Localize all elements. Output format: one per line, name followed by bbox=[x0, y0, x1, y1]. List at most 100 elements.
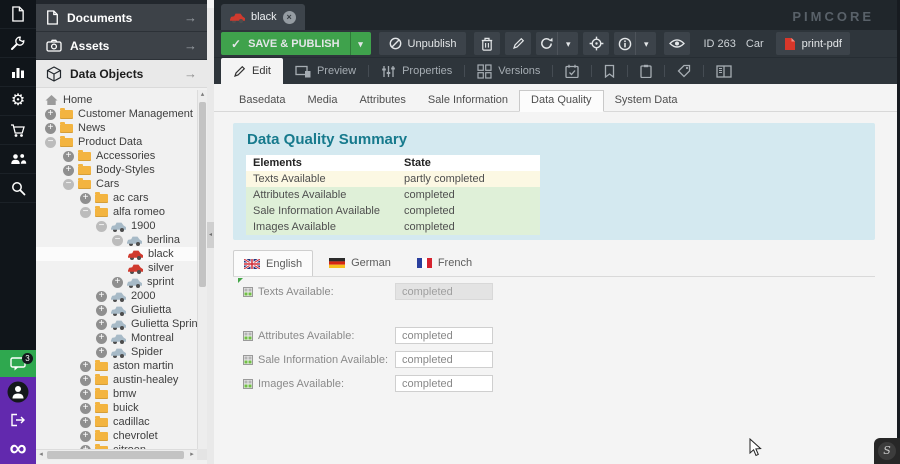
accordion-documents[interactable]: Documents bbox=[36, 4, 207, 32]
tab-data-quality[interactable]: Data Quality bbox=[519, 90, 604, 112]
expand-icon[interactable] bbox=[45, 123, 56, 134]
expand-icon[interactable] bbox=[45, 109, 56, 120]
expand-icon[interactable] bbox=[63, 165, 74, 176]
language-tab-english[interactable]: English bbox=[233, 250, 313, 276]
tree-item[interactable]: silver bbox=[36, 261, 197, 275]
expand-icon[interactable] bbox=[112, 277, 123, 288]
tree-item[interactable]: News bbox=[36, 121, 197, 135]
attributes-available-input[interactable] bbox=[395, 327, 493, 344]
tab-reports[interactable] bbox=[628, 58, 664, 84]
tab-media[interactable]: Media bbox=[296, 90, 348, 111]
scrollbar-thumb[interactable] bbox=[47, 451, 184, 459]
logout-button[interactable] bbox=[0, 406, 36, 433]
tree-item[interactable]: Gulietta Sprint Specia bbox=[36, 317, 197, 331]
tools-nav-button[interactable] bbox=[0, 29, 36, 58]
tree-item[interactable]: Montreal bbox=[36, 331, 197, 345]
scrollbar-thumb[interactable] bbox=[199, 102, 206, 287]
expand-icon[interactable] bbox=[80, 375, 91, 386]
accordion-data-objects[interactable]: Data Objects bbox=[36, 60, 207, 88]
rename-button[interactable] bbox=[505, 32, 531, 55]
tree-item[interactable]: ac cars bbox=[36, 191, 197, 205]
save-publish-button[interactable]: SAVE & PUBLISH bbox=[221, 32, 371, 55]
tree-item[interactable]: berlina bbox=[36, 233, 197, 247]
expand-icon[interactable] bbox=[96, 347, 107, 358]
expand-icon[interactable] bbox=[96, 291, 107, 302]
tab-edit[interactable]: Edit bbox=[221, 58, 283, 84]
language-tab-german[interactable]: German bbox=[319, 250, 401, 276]
panel-splitter[interactable] bbox=[207, 8, 214, 464]
open-preview-button[interactable] bbox=[664, 32, 690, 55]
language-tab-french[interactable]: French bbox=[407, 250, 482, 276]
tree-item[interactable]: Giulietta bbox=[36, 303, 197, 317]
expand-icon[interactable] bbox=[80, 417, 91, 428]
close-tab-icon[interactable] bbox=[283, 11, 296, 24]
tab-tags[interactable] bbox=[665, 58, 703, 84]
ecommerce-nav-button[interactable] bbox=[0, 116, 36, 145]
tree-item[interactable]: aston martin bbox=[36, 359, 197, 373]
tree-item[interactable]: sprint bbox=[36, 275, 197, 289]
save-options-dropdown[interactable] bbox=[350, 32, 371, 55]
collapse-icon[interactable] bbox=[63, 179, 74, 190]
info-button[interactable] bbox=[614, 32, 635, 55]
reload-button[interactable] bbox=[536, 32, 557, 55]
collapse-icon[interactable] bbox=[45, 137, 56, 148]
tree-item[interactable]: austin-healey bbox=[36, 373, 197, 387]
tab-system-data[interactable]: System Data bbox=[604, 90, 689, 111]
expand-icon[interactable] bbox=[63, 151, 74, 162]
tab-app-logger[interactable] bbox=[704, 58, 744, 84]
expand-icon[interactable] bbox=[96, 305, 107, 316]
locate-in-tree-button[interactable] bbox=[583, 32, 609, 55]
tree-item[interactable]: 2000 bbox=[36, 289, 197, 303]
notifications-button[interactable]: 3 bbox=[0, 350, 36, 377]
user-profile-button[interactable] bbox=[0, 377, 36, 406]
tree-item[interactable]: Cars bbox=[36, 177, 197, 191]
reload-options-dropdown[interactable] bbox=[557, 32, 579, 55]
expand-icon[interactable] bbox=[80, 389, 91, 400]
documents-nav-button[interactable] bbox=[0, 0, 36, 29]
images-available-input[interactable] bbox=[395, 375, 493, 392]
pimcore-logo-icon[interactable] bbox=[0, 433, 36, 464]
tree-item[interactable]: Product Data bbox=[36, 135, 197, 149]
tab-sale-information[interactable]: Sale Information bbox=[417, 90, 519, 111]
tree-item-selected[interactable]: black bbox=[36, 247, 197, 261]
texts-available-input[interactable] bbox=[395, 283, 493, 300]
tree-item[interactable]: Customer Management bbox=[36, 107, 197, 121]
unpublish-button[interactable]: Unpublish bbox=[379, 32, 467, 55]
expand-icon[interactable] bbox=[96, 319, 107, 330]
tab-attributes[interactable]: Attributes bbox=[348, 90, 416, 111]
tree-item[interactable]: 1900 bbox=[36, 219, 197, 233]
reports-nav-button[interactable] bbox=[0, 58, 36, 87]
sale-information-available-input[interactable] bbox=[395, 351, 493, 368]
element-tab-black[interactable]: black bbox=[221, 4, 305, 30]
tree-item[interactable]: Body-Styles bbox=[36, 163, 197, 177]
tab-properties[interactable]: Properties bbox=[369, 58, 464, 84]
tab-notes[interactable] bbox=[592, 58, 627, 84]
tab-schedule[interactable] bbox=[553, 58, 591, 84]
tree-item[interactable]: chevrolet bbox=[36, 429, 197, 443]
tree-item[interactable]: buick bbox=[36, 401, 197, 415]
collapse-icon[interactable] bbox=[112, 235, 123, 246]
accordion-assets[interactable]: Assets bbox=[36, 32, 207, 60]
tree-item[interactable]: cadillac bbox=[36, 415, 197, 429]
scroll-up-icon[interactable] bbox=[198, 90, 207, 100]
collapse-icon[interactable] bbox=[96, 221, 107, 232]
delete-button[interactable] bbox=[474, 32, 500, 55]
expand-icon[interactable] bbox=[80, 361, 91, 372]
expand-icon[interactable] bbox=[96, 333, 107, 344]
tree-item[interactable]: Spider bbox=[36, 345, 197, 359]
print-pdf-button[interactable]: print-pdf bbox=[776, 32, 850, 55]
collapse-icon[interactable] bbox=[80, 207, 91, 218]
tree-item[interactable]: Accessories bbox=[36, 149, 197, 163]
search-nav-button[interactable] bbox=[0, 174, 36, 203]
scroll-right-icon[interactable] bbox=[187, 450, 197, 460]
tree-horizontal-scrollbar[interactable] bbox=[36, 449, 197, 460]
scroll-left-icon[interactable] bbox=[36, 450, 46, 460]
collapse-panel-handle[interactable] bbox=[207, 222, 214, 248]
info-options-dropdown[interactable] bbox=[635, 32, 657, 55]
tab-versions[interactable]: Versions bbox=[465, 58, 552, 84]
tree-item[interactable]: bmw bbox=[36, 387, 197, 401]
tree-vertical-scrollbar[interactable] bbox=[197, 90, 207, 449]
tree-item-home[interactable]: Home bbox=[36, 93, 197, 107]
tree-item[interactable]: alfa romeo bbox=[36, 205, 197, 219]
tab-basedata[interactable]: Basedata bbox=[228, 90, 296, 111]
